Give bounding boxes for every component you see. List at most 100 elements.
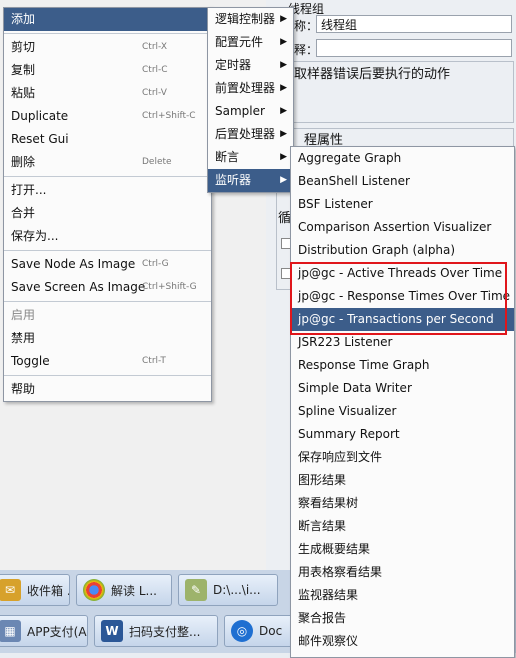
taskbar-item-word[interactable]: W 扫码支付整...: [94, 615, 218, 647]
listener-mailer-visualizer[interactable]: 邮件观察仪: [291, 630, 514, 653]
menu-item-label: 保存为...: [11, 229, 59, 243]
menu-item-label: 用表格察看结果: [298, 565, 383, 579]
menu-item-delete[interactable]: 删除 Delete: [4, 151, 211, 174]
name-field[interactable]: 线程组: [316, 15, 512, 33]
menu-item-label: 前置处理器: [215, 81, 276, 95]
menu-item-copy[interactable]: 复制 Ctrl-C: [4, 59, 211, 82]
menu-item-label: 邮件观察仪: [298, 634, 359, 648]
name-label: 称：: [294, 19, 319, 33]
taskbar-item-label: APP支付(A...: [27, 624, 87, 639]
menu-item-label: 删除: [11, 155, 36, 169]
submenu-item-post-processor[interactable]: 后置处理器 ▶: [208, 123, 293, 146]
listener-comparison-assertion[interactable]: Comparison Assertion Visualizer: [291, 216, 514, 239]
menu-item-label: 监听器: [215, 173, 252, 187]
menu-item-save-as[interactable]: 保存为...: [4, 225, 211, 248]
menu-shortcut: Ctrl-X: [142, 42, 167, 52]
menu-item-paste[interactable]: 粘贴 Ctrl-V: [4, 82, 211, 105]
menu-item-save-screen-image[interactable]: Save Screen As Image Ctrl+Shift-G: [4, 276, 211, 299]
listener-view-results-table[interactable]: 用表格察看结果: [291, 561, 514, 584]
menu-item-label: Save Node As Image: [11, 257, 136, 271]
annotation-highlight-box: [290, 262, 507, 335]
taskbar-item-doc[interactable]: ◎ Doc: [224, 615, 294, 647]
chevron-right-icon: ▶: [280, 129, 287, 139]
taskbar-item-app[interactable]: ▦ APP支付(A...: [0, 615, 88, 647]
mail-icon: ✉: [0, 579, 21, 601]
menu-item-label: BSF Listener: [298, 197, 373, 211]
menu-item-label: 剪切: [11, 40, 36, 54]
chevron-right-icon: ▶: [280, 14, 287, 24]
listener-monitor-results[interactable]: 监视器结果: [291, 584, 514, 607]
menu-item-label: Toggle: [11, 354, 50, 368]
submenu-item-logic-controller[interactable]: 逻辑控制器 ▶: [208, 8, 293, 31]
menu-item-label: 后置处理器: [215, 127, 276, 141]
chevron-right-icon: ▶: [280, 37, 287, 47]
menu-item-open[interactable]: 打开...: [4, 179, 211, 202]
listener-aggregate-graph[interactable]: Aggregate Graph: [291, 147, 514, 170]
listener-generate-summary[interactable]: 生成概要结果: [291, 538, 514, 561]
menu-item-label: Summary Report: [298, 427, 400, 441]
menu-shortcut: Ctrl-V: [142, 88, 167, 98]
menu-item-label: 配置元件: [215, 35, 264, 49]
menu-shortcut: Delete: [142, 157, 172, 167]
globe-icon: ◎: [231, 620, 253, 642]
taskbar-item-browser[interactable]: 解读 L...: [76, 574, 172, 606]
listener-simple-data-writer[interactable]: Simple Data Writer: [291, 377, 514, 400]
submenu-item-listener[interactable]: 监听器 ▶: [208, 169, 293, 192]
menu-item-label: Simple Data Writer: [298, 381, 412, 395]
menu-item-label: Distribution Graph (alpha): [298, 243, 456, 257]
menu-item-label: 生成概要结果: [298, 542, 371, 556]
chevron-right-icon: ▶: [280, 175, 287, 185]
listener-assertion-results[interactable]: 断言结果: [291, 515, 514, 538]
menu-item-label: BeanShell Listener: [298, 174, 410, 188]
comment-label: 释：: [294, 43, 319, 57]
listener-beanshell[interactable]: BeanShell Listener: [291, 170, 514, 193]
menu-item-label: 察看结果树: [298, 496, 359, 510]
listener-bsf[interactable]: BSF Listener: [291, 193, 514, 216]
submenu-item-pre-processor[interactable]: 前置处理器 ▶: [208, 77, 293, 100]
window-icon: ▦: [0, 620, 21, 642]
submenu-item-config-element[interactable]: 配置元件 ▶: [208, 31, 293, 54]
menu-item-label: 定时器: [215, 58, 252, 72]
menu-item-label: Comparison Assertion Visualizer: [298, 220, 492, 234]
menu-item-merge[interactable]: 合并: [4, 202, 211, 225]
chrome-icon: [83, 579, 105, 601]
listener-distribution-graph[interactable]: Distribution Graph (alpha): [291, 239, 514, 262]
menu-item-label: Sampler: [215, 104, 265, 118]
menu-item-label: Save Screen As Image: [11, 280, 146, 294]
menu-item-cut[interactable]: 剪切 Ctrl-X: [4, 36, 211, 59]
menu-shortcut: Ctrl+Shift-C: [142, 111, 196, 121]
menu-item-reset-gui[interactable]: Reset Gui: [4, 128, 211, 151]
taskbar-item-label: 解读 L...: [111, 583, 157, 598]
menu-item-label: 启用: [11, 308, 36, 322]
submenu-item-assertion[interactable]: 断言 ▶: [208, 146, 293, 169]
listener-aggregate-report[interactable]: 聚合报告: [291, 607, 514, 630]
comment-field[interactable]: [316, 39, 512, 57]
menu-item-label: Aggregate Graph: [298, 151, 402, 165]
menu-item-add[interactable]: 添加: [4, 8, 211, 31]
taskbar-item-notepad[interactable]: ✎ D:\...\i...: [178, 574, 278, 606]
add-submenu: 逻辑控制器 ▶ 配置元件 ▶ 定时器 ▶ 前置处理器 ▶ Sampler ▶ 后置处理器 ▶…: [207, 7, 294, 193]
menu-item-save-node-image[interactable]: Save Node As Image Ctrl-G: [4, 253, 211, 276]
menu-item-duplicate[interactable]: Duplicate Ctrl+Shift-C: [4, 105, 211, 128]
listener-view-results-tree[interactable]: 察看结果树: [291, 492, 514, 515]
listener-summary-report[interactable]: Summary Report: [291, 423, 514, 446]
word-icon: W: [101, 620, 123, 642]
listener-save-responses[interactable]: 保存响应到文件: [291, 446, 514, 469]
listener-submenu: Aggregate Graph BeanShell Listener BSF L…: [290, 146, 515, 658]
menu-item-help[interactable]: 帮助: [4, 378, 211, 401]
menu-item-toggle[interactable]: Toggle Ctrl-T: [4, 350, 211, 373]
menu-item-label: 保存响应到文件: [298, 450, 383, 464]
menu-shortcut: Ctrl-C: [142, 65, 168, 75]
menu-shortcut: Ctrl-G: [142, 259, 169, 269]
menu-item-label: 帮助: [11, 382, 36, 396]
listener-graph-results[interactable]: 图形结果: [291, 469, 514, 492]
submenu-item-sampler[interactable]: Sampler ▶: [208, 100, 293, 123]
menu-item-disable[interactable]: 禁用: [4, 327, 211, 350]
menu-shortcut: Ctrl-T: [142, 356, 166, 366]
listener-response-time-graph[interactable]: Response Time Graph: [291, 354, 514, 377]
taskbar-item-mail[interactable]: ✉ 收件箱 ...: [0, 574, 70, 606]
listener-spline-visualizer[interactable]: Spline Visualizer: [291, 400, 514, 423]
submenu-item-timer[interactable]: 定时器 ▶: [208, 54, 293, 77]
notepad-icon: ✎: [185, 579, 207, 601]
menu-item-label: 聚合报告: [298, 611, 347, 625]
